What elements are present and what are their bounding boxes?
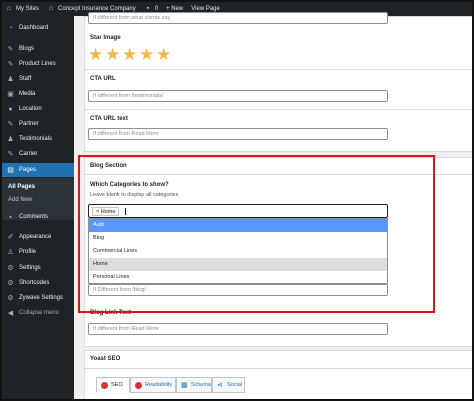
sidebar-item-testimonials[interactable]: ♟ Testimonials — [2, 132, 74, 146]
sidebar-item-staff[interactable]: ♟ Staff — [2, 72, 74, 86]
star-icon[interactable]: ★ — [122, 46, 137, 63]
tab-schema[interactable]: ▦ Schema — [176, 377, 212, 393]
sidebar-item-zywave-settings[interactable]: ⚙ Zywave Settings — [2, 291, 74, 305]
sites-icon: ⌂ — [6, 5, 12, 12]
pushpin-icon: ✎ — [7, 60, 14, 68]
sidebar-item-profile[interactable]: ♙ Profile — [2, 245, 74, 259]
dashboard-icon: ◔ — [8, 24, 13, 32]
collapse-menu-button[interactable]: ◀ Collapse menu — [2, 306, 74, 320]
pushpin-icon: ✎ — [7, 45, 14, 53]
star-icon[interactable]: ★ — [156, 46, 171, 63]
sidebar-item-label: Media — [19, 91, 36, 97]
star-icon[interactable]: ★ — [139, 46, 154, 63]
cta-text-input[interactable]: If different from Read More — [88, 128, 388, 140]
my-sites-label: My Sites — [16, 6, 40, 12]
sidebar-item-dashboard[interactable]: ◔ Dashboard — [2, 21, 74, 35]
tab-social[interactable]: ⋖ Social — [212, 377, 245, 393]
media-icon: ▣ — [7, 90, 14, 98]
tab-seo[interactable]: SEO — [96, 377, 130, 393]
gear-icon: ⚙ — [7, 279, 14, 287]
sidebar-item-label: Staff — [19, 76, 32, 82]
sidebar-item-label: Pages — [19, 167, 37, 173]
sidebar-item-label: Dashboard — [19, 25, 49, 31]
sidebar-item-partner[interactable]: ✎ Partner — [2, 117, 74, 131]
submenu-add-new[interactable]: Add New — [8, 197, 32, 203]
star-icon[interactable]: ★ — [88, 46, 103, 63]
star-image-label: Star Image — [90, 35, 121, 41]
pushpin-icon: ✎ — [7, 150, 14, 158]
sidebar-item-location[interactable]: ● Location — [2, 102, 74, 116]
cta-url-label: CTA URL — [90, 76, 116, 82]
pushpin-icon: ✎ — [7, 120, 14, 128]
comment-icon: ▪ — [9, 213, 12, 221]
yoast-title: Yoast SEO — [90, 356, 121, 362]
sidebar-item-label: Product Lines — [19, 61, 56, 67]
tab-readability-label: Readability — [145, 382, 173, 388]
sidebar-item-blogs[interactable]: ✎ Blogs — [2, 42, 74, 56]
divider — [84, 109, 472, 110]
sidebar-item-product-lines[interactable]: ✎ Product Lines — [2, 57, 74, 71]
tab-social-label: Social — [227, 382, 242, 388]
brush-icon: ✐ — [7, 233, 14, 241]
pages-icon: ▤ — [7, 166, 14, 174]
sidebar-item-label: Location — [19, 106, 42, 112]
gear-icon: ⚙ — [7, 294, 14, 302]
cta-url-input[interactable]: If different from /testimonials/ — [88, 90, 388, 102]
seo-status-dot — [101, 381, 108, 389]
share-icon: ⋖ — [217, 381, 223, 389]
screenshot-frame: ⌂ My Sites ⌂ Concept Insurance Company ▪… — [0, 0, 474, 401]
sidebar-item-appearance[interactable]: ✐ Appearance — [2, 230, 74, 244]
divider — [84, 69, 472, 70]
highlight-outline — [78, 155, 435, 313]
sidebar-item-label: Shortcodes — [19, 280, 50, 286]
tab-seo-label: SEO — [111, 382, 123, 388]
sidebar-item-label: Settings — [19, 265, 41, 271]
sidebar-item-label: Zywave Settings — [19, 295, 64, 301]
user-icon: ♙ — [7, 248, 14, 256]
sidebar-item-label: Appearance — [19, 234, 52, 240]
my-sites-link[interactable]: ⌂ My Sites — [5, 5, 39, 13]
users-icon: ♟ — [7, 135, 14, 143]
divider — [84, 368, 472, 369]
sidebar-item-media[interactable]: ▣ Media — [2, 87, 74, 101]
sidebar-item-label: Carrier — [19, 151, 38, 157]
location-icon: ● — [8, 105, 13, 113]
settings-icon: ⚙ — [7, 264, 14, 272]
schema-icon: ▦ — [181, 381, 188, 389]
sidebar-item-pages[interactable]: ▤ Pages — [2, 163, 74, 177]
admin-sidebar: ◔ Dashboard ✎ Blogs ✎ Product Lines ♟ St… — [2, 16, 74, 399]
sidebar-item-settings[interactable]: ⚙ Settings — [2, 261, 74, 275]
tab-schema-label: Schema — [190, 382, 211, 388]
sidebar-item-carrier[interactable]: ✎ Carrier — [2, 147, 74, 161]
sidebar-item-label: Comments — [19, 214, 49, 220]
collapse-label: Collapse menu — [19, 310, 60, 316]
sidebar-item-label: Testimonials — [19, 136, 53, 142]
yoast-seo-panel — [84, 350, 472, 399]
sidebar-item-label: Profile — [19, 249, 37, 255]
submenu-all-pages[interactable]: All Pages — [8, 184, 35, 190]
cta-text-label: CTA URL text — [90, 116, 128, 122]
collapse-icon: ◀ — [7, 309, 14, 317]
sidebar-item-label: Partner — [19, 121, 39, 127]
star-icon[interactable]: ★ — [105, 46, 120, 63]
sidebar-item-comments[interactable]: ▪ Comments — [2, 210, 74, 224]
users-icon: ♟ — [7, 75, 14, 83]
testimonial-text-input[interactable]: If different from what clients say — [88, 12, 388, 24]
sidebar-item-label: Blogs — [19, 46, 35, 52]
sidebar-item-shortcodes[interactable]: ⚙ Shortcodes — [2, 276, 74, 290]
tab-readability[interactable]: Readability — [130, 377, 176, 393]
home-icon: ⌂ — [48, 5, 54, 12]
blog-link-text-input[interactable]: If different from Read More — [88, 323, 388, 335]
readability-status-dot — [135, 381, 142, 389]
